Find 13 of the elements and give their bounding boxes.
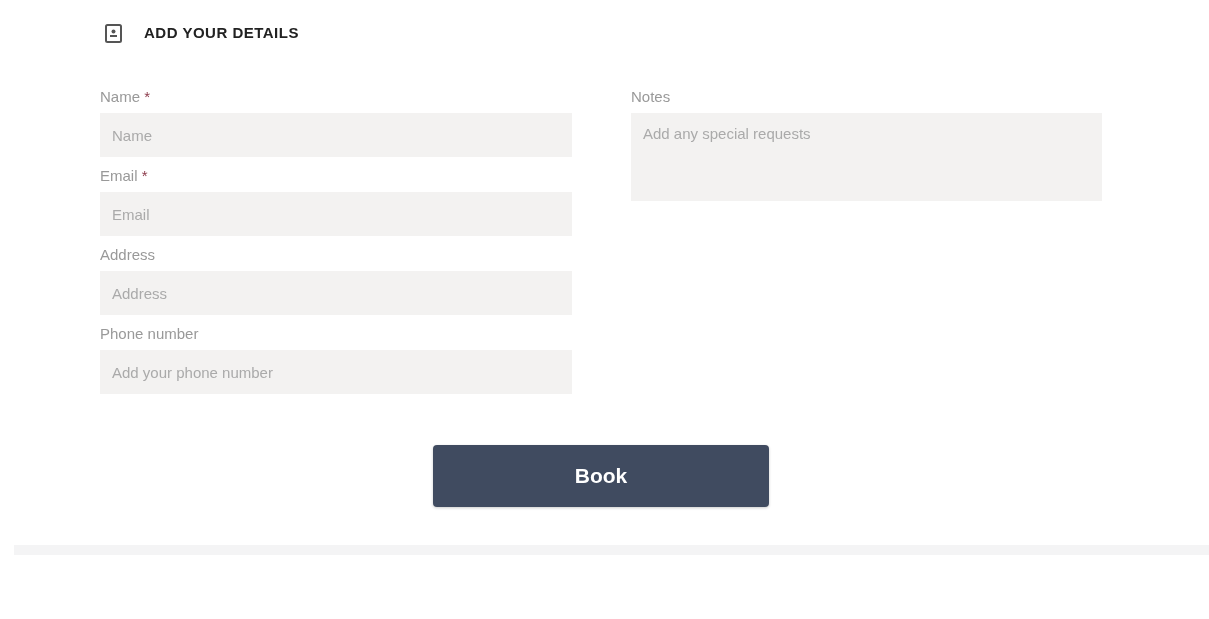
field-label: Name * bbox=[100, 87, 152, 107]
section-title: ADD YOUR DETAILS bbox=[144, 24, 299, 42]
notes-field[interactable]: Add any special requests bbox=[631, 113, 1102, 201]
input-field[interactable]: Add your phone number bbox=[100, 350, 572, 394]
input-field[interactable]: Address bbox=[100, 271, 572, 315]
contact-card-icon bbox=[105, 23, 122, 43]
field-label: Address bbox=[100, 245, 157, 265]
input-field[interactable]: Name bbox=[100, 113, 572, 157]
input-field[interactable]: Email bbox=[100, 192, 572, 236]
field-label: Email * bbox=[100, 166, 149, 186]
field-label: Phone number bbox=[100, 324, 200, 344]
field-label: Notes bbox=[631, 87, 672, 107]
book-button[interactable]: Book bbox=[433, 445, 769, 507]
